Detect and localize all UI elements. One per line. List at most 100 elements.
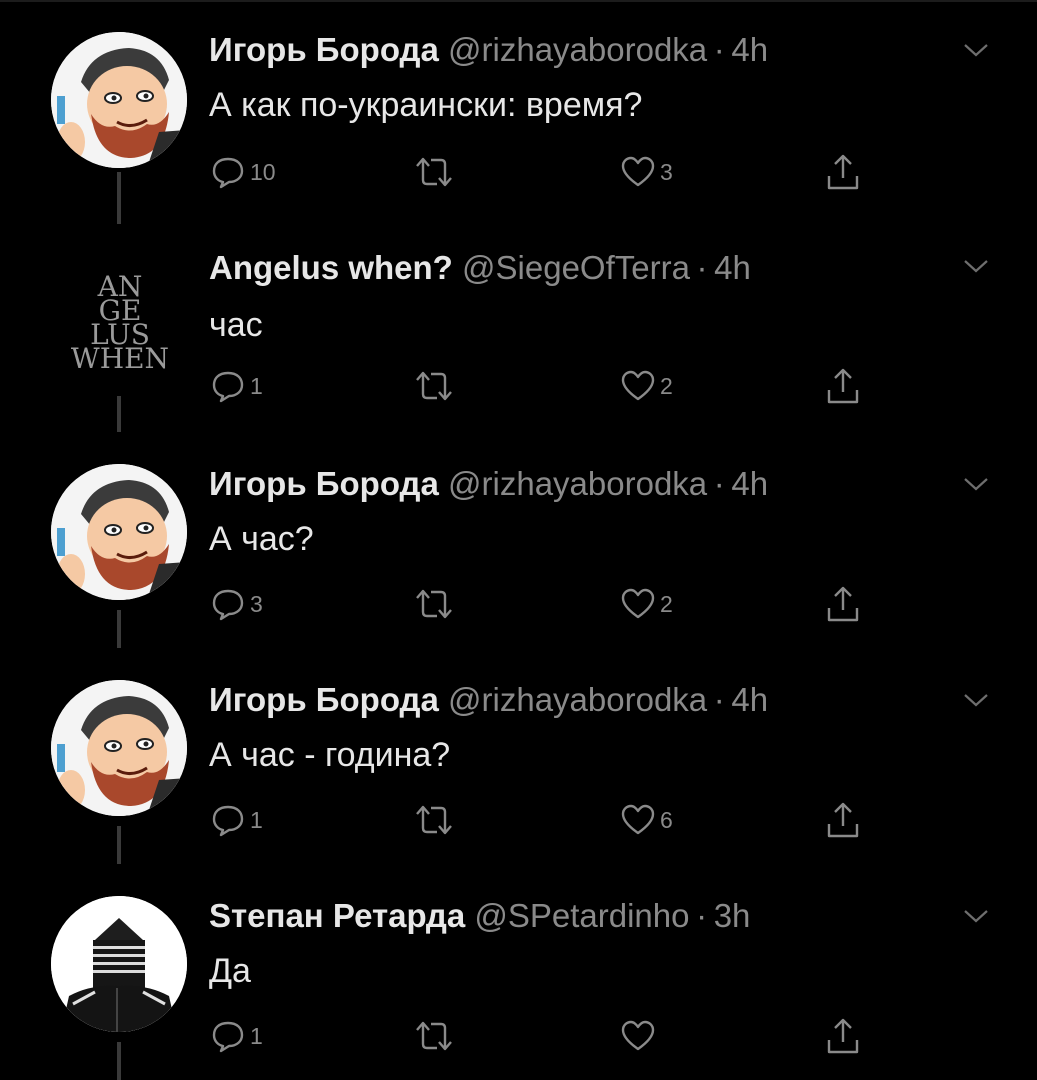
thread-line [117,396,121,432]
retweet-icon [416,1021,452,1051]
bearded-man-avatar[interactable] [51,464,187,600]
reply-button[interactable]: 1 [210,800,263,840]
separator-dot: · [707,681,732,718]
chevron-down-icon[interactable] [962,906,990,926]
retweet-button[interactable] [413,366,455,406]
reply-button[interactable]: 10 [210,152,276,192]
retweet-button[interactable] [413,584,455,624]
retweet-icon [416,371,452,401]
display-name[interactable]: Игорь Борода [209,465,439,502]
reply-icon [212,589,244,621]
share-button[interactable] [825,584,861,624]
timestamp[interactable]: 4h [731,681,768,718]
user-handle[interactable]: @rizhayaborodka [448,31,707,68]
timestamp[interactable]: 4h [714,249,751,286]
share-icon [827,802,859,838]
heart-icon [621,588,655,619]
thread-line [117,610,121,648]
thread-line [117,1042,121,1080]
retweet-button[interactable] [413,800,455,840]
share-icon [827,154,859,190]
retweet-icon [416,805,452,835]
timestamp[interactable]: 3h [714,897,751,934]
share-button[interactable] [825,152,861,192]
retweet-icon [416,157,452,187]
reply-icon [212,805,244,837]
share-icon [827,1018,859,1054]
tweet[interactable]: Игорь Борода @rizhayaborodka · 4h А час?… [0,432,1037,648]
heart-icon [621,370,655,401]
user-handle[interactable]: @rizhayaborodka [448,681,707,718]
like-button[interactable]: 2 [620,366,673,406]
heart-icon [621,804,655,835]
reply-count: 10 [250,159,276,185]
bearded-man-avatar[interactable] [51,680,187,816]
share-button[interactable] [825,1016,861,1056]
hooded-figure-avatar[interactable] [51,896,187,1032]
separator-dot: · [707,465,732,502]
user-handle[interactable]: @rizhayaborodka [448,465,707,502]
reply-count: 1 [250,807,263,833]
reply-count: 1 [250,1023,263,1049]
like-button[interactable]: 2 [620,584,673,624]
separator-dot: · [707,31,732,68]
reply-button[interactable]: 1 [210,1016,263,1056]
chevron-down-icon[interactable] [962,690,990,710]
reply-icon [212,157,244,189]
like-count: 3 [660,159,673,185]
retweet-icon [416,589,452,619]
thread-line [117,172,121,224]
tweet[interactable]: Игорь Борода @rizhayaborodka · 4h А час … [0,648,1037,864]
tweet-text: А час? [209,520,314,558]
timestamp[interactable]: 4h [731,465,768,502]
like-button[interactable] [620,1016,660,1056]
tweet[interactable]: Игорь Борода @rizhayaborodka · 4h А как … [0,0,1037,216]
svg-text:WHEN: WHEN [71,342,169,375]
like-count: 2 [660,591,673,617]
display-name[interactable]: Игорь Борода [209,31,439,68]
tweet-header: Игорь Борода @rizhayaborodka · 4h [209,28,768,72]
chevron-down-icon[interactable] [962,474,990,494]
share-icon [827,586,859,622]
user-handle[interactable]: @SPetardinho [474,897,689,934]
like-count: 2 [660,373,673,399]
tweet-header: Игорь Борода @rizhayaborodka · 4h [209,462,768,506]
tweet-text: А час - година? [209,736,451,774]
share-icon [827,368,859,404]
tweet-text: Да [209,952,251,990]
reply-button[interactable]: 1 [210,366,263,406]
share-button[interactable] [825,366,861,406]
chevron-down-icon[interactable] [962,256,990,276]
display-name[interactable]: Sтепан Ретарда [209,897,465,934]
separator-dot: · [689,897,714,934]
display-name[interactable]: Игорь Борода [209,681,439,718]
chevron-down-icon[interactable] [962,40,990,60]
tweet[interactable]: Sтепан Ретарда @SPetardinho · 3h Да 1 [0,864,1037,1080]
retweet-button[interactable] [413,1016,455,1056]
tweet[interactable]: AN GE LUS WHEN Angelus when? @SiegeOfTer… [0,172,1037,432]
tweet-header: Sтепан Ретарда @SPetardinho · 3h [209,894,750,938]
timestamp[interactable]: 4h [731,31,768,68]
user-handle[interactable]: @SiegeOfTerra [462,249,690,286]
reply-icon [212,1021,244,1053]
heart-icon [621,156,655,187]
tweet-text: А как по-украински: время? [209,86,643,124]
separator-dot: · [689,249,715,286]
reply-count: 3 [250,591,263,617]
angelus-when-text-avatar[interactable]: AN GE LUS WHEN [52,244,188,380]
reply-count: 1 [250,373,263,399]
like-button[interactable]: 6 [620,800,673,840]
share-button[interactable] [825,800,861,840]
like-count: 6 [660,807,673,833]
reply-button[interactable]: 3 [210,584,263,624]
thread-line [117,826,121,864]
heart-icon [621,1020,655,1051]
tweet-header: Игорь Борода @rizhayaborodka · 4h [209,678,768,722]
bearded-man-avatar[interactable] [51,32,187,168]
tweet-text: час [209,306,263,344]
like-button[interactable]: 3 [620,152,673,192]
display-name[interactable]: Angelus when? [209,249,453,286]
retweet-button[interactable] [413,152,455,192]
reply-icon [212,371,244,403]
tweet-header: Angelus when? @SiegeOfTerra · 4h [209,246,751,290]
